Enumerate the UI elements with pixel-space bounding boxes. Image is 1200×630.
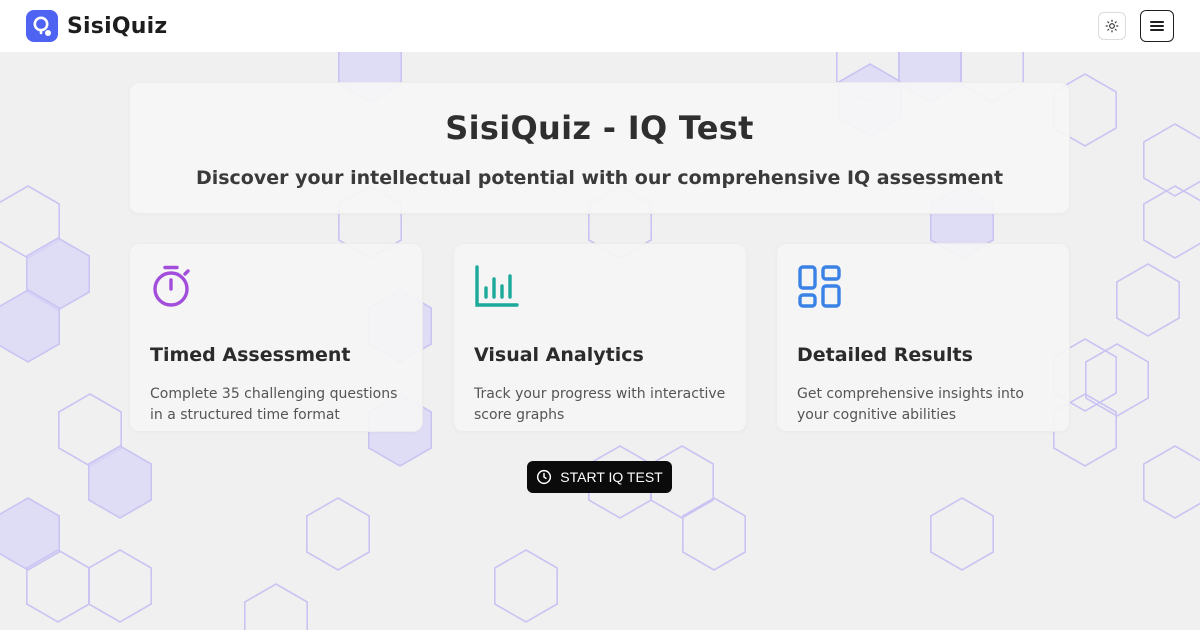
- brand-name: SisiQuiz: [67, 13, 168, 39]
- decorative-hexagon: [88, 549, 152, 623]
- decorative-hexagon: [1143, 123, 1200, 197]
- bar-chart-icon: [475, 265, 519, 307]
- page-title: SisiQuiz - IQ Test: [445, 109, 754, 147]
- decorative-hexagon: [1116, 263, 1180, 337]
- decorative-hexagon: [1143, 185, 1200, 259]
- hamburger-menu-icon: [1150, 21, 1164, 31]
- top-navbar: SisiQuiz: [0, 0, 1200, 52]
- sun-icon: [1105, 19, 1119, 33]
- quiz-logo-icon: [26, 10, 58, 42]
- page-subtitle: Discover your intellectual potential wit…: [195, 167, 1004, 189]
- grid-layout-icon: [798, 265, 841, 308]
- start-iq-test-label: START IQ TEST: [560, 469, 663, 485]
- hero-card: SisiQuiz - IQ Test Discover your intelle…: [129, 82, 1070, 214]
- decorative-hexagon: [244, 583, 309, 630]
- feature-description: Track your progress with interactive sco…: [474, 386, 726, 423]
- feature-title: Timed Assessment: [150, 344, 351, 366]
- decorative-hexagon: [88, 445, 152, 519]
- feature-title: Detailed Results: [797, 344, 973, 366]
- brand[interactable]: SisiQuiz: [26, 10, 167, 42]
- feature-title: Visual Analytics: [474, 344, 644, 366]
- decorative-hexagon: [929, 497, 995, 571]
- feature-description: Complete 35 challenging questions in a s…: [150, 386, 398, 423]
- clock-icon: [537, 469, 552, 485]
- header-actions: [1098, 10, 1174, 42]
- page: SisiQuiz SisiQuiz - IQ Test Discover you…: [0, 0, 1200, 630]
- menu-button[interactable]: [1140, 10, 1174, 42]
- stopwatch-icon: [153, 265, 190, 307]
- feature-card-timed-assessment: Timed Assessment Complete 35 challenging…: [129, 243, 423, 432]
- decorative-hexagon: [493, 549, 559, 623]
- decorative-hexagon: [681, 497, 747, 571]
- start-iq-test-button[interactable]: START IQ TEST: [527, 461, 672, 493]
- decorative-hexagon: [1143, 445, 1200, 519]
- decorative-hexagon: [0, 497, 61, 571]
- feature-description: Get comprehensive insights into your cog…: [797, 386, 1024, 423]
- theme-toggle-button[interactable]: [1098, 12, 1126, 40]
- feature-card-detailed-results: Detailed Results Get comprehensive insig…: [776, 243, 1070, 432]
- feature-card-visual-analytics: Visual Analytics Track your progress wit…: [453, 243, 747, 432]
- decorative-hexagon: [305, 497, 371, 571]
